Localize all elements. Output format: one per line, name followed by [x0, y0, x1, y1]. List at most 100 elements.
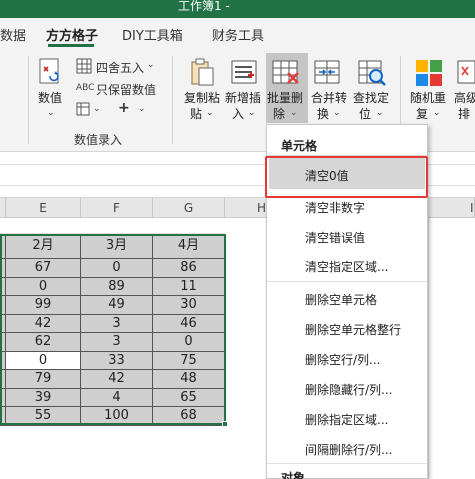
table-cell[interactable]: 89: [81, 277, 153, 296]
menu-divider: [267, 463, 427, 464]
menu-item-delete-range[interactable]: 删除指定区域...: [305, 411, 388, 428]
chevron-down-icon[interactable]: ⌄: [206, 108, 214, 118]
table-cell[interactable]: 0: [6, 277, 81, 296]
table-cell[interactable]: 86: [153, 259, 225, 278]
copy-paste-icon[interactable]: [190, 58, 216, 88]
table-cell[interactable]: 79: [6, 370, 81, 389]
table-cell[interactable]: 55: [6, 407, 81, 426]
menu-item-delete-empty-cell-rows[interactable]: 删除空单元格整行: [305, 321, 401, 338]
find-label-top[interactable]: 查找定: [353, 90, 389, 107]
tab-fangfang[interactable]: 方方格子: [46, 25, 98, 44]
tab-finance-tools[interactable]: 财务工具: [212, 25, 264, 44]
chevron-down-icon[interactable]: ⌄: [433, 108, 441, 118]
table-cell[interactable]: 68: [153, 407, 225, 426]
chevron-down-icon[interactable]: ⌄: [290, 108, 298, 118]
menu-item-clear-zero[interactable]: 清空0值: [305, 167, 349, 184]
column-header-g[interactable]: G: [153, 198, 225, 218]
table-cell[interactable]: 3: [81, 314, 153, 333]
gridline: [428, 218, 429, 479]
menu-item-interval-delete[interactable]: 间隔删除行/列...: [305, 441, 393, 458]
menu-item-clear-range[interactable]: 清空指定区域...: [305, 258, 388, 275]
batch-delete-icon[interactable]: [271, 58, 301, 88]
table-cell[interactable]: 4: [81, 388, 153, 407]
menu-item-clear-non-numeric[interactable]: 清空非数字: [305, 199, 365, 216]
header-cell-mar[interactable]: 3月: [81, 234, 153, 259]
table-cell[interactable]: 62: [6, 333, 81, 352]
table-cell[interactable]: 3: [81, 333, 153, 352]
table-cell[interactable]: 0: [153, 333, 225, 352]
chevron-down-icon[interactable]: ⌄: [138, 104, 146, 114]
tab-diy-toolbox[interactable]: DIY工具箱: [122, 25, 183, 44]
chevron-down-icon[interactable]: ⌄: [376, 108, 384, 118]
table-cell[interactable]: 65: [153, 388, 225, 407]
column-header-i[interactable]: I: [428, 198, 475, 218]
batch-delete-label-top[interactable]: 批量删: [267, 90, 303, 107]
advanced-label-bottom[interactable]: 排: [458, 106, 470, 123]
insert-label-top[interactable]: 新增插: [225, 90, 261, 107]
menu-divider: [267, 281, 427, 282]
merge-icon[interactable]: [313, 58, 343, 88]
window-title: 工作簿1 -: [178, 0, 230, 13]
merge-label-top[interactable]: 合并转: [311, 90, 347, 107]
merge-label-bottom[interactable]: 换: [317, 106, 329, 123]
table-cell[interactable]: 67: [6, 259, 81, 278]
copy-paste-label-bottom[interactable]: 贴: [190, 106, 202, 123]
tab-data[interactable]: 数据: [0, 25, 26, 44]
menu-item-delete-hidden-rows-cols[interactable]: 删除隐藏行/列...: [305, 381, 393, 398]
table-row[interactable]: [0, 218, 226, 234]
random-label-bottom[interactable]: 复: [416, 106, 428, 123]
chevron-down-icon[interactable]: ⌄: [333, 108, 341, 118]
abc-icon: ABC: [76, 83, 95, 93]
round-icon[interactable]: [76, 58, 92, 74]
number-button-label[interactable]: 数值: [38, 90, 62, 107]
title-bar: 工作簿1 -: [0, 0, 475, 18]
fill-handle[interactable]: [222, 421, 228, 427]
header-cell-feb[interactable]: 2月: [6, 234, 81, 259]
table-cell[interactable]: 0: [6, 351, 81, 370]
table-cell[interactable]: 39: [6, 388, 81, 407]
chevron-down-icon[interactable]: ⌄: [147, 60, 155, 70]
group-separator: [28, 56, 29, 144]
round-button[interactable]: 四舍五入: [96, 59, 144, 76]
random-label-top[interactable]: 随机重: [410, 90, 446, 107]
column-header-e[interactable]: E: [6, 198, 81, 218]
grid-icon[interactable]: [76, 102, 90, 116]
header-cell-apr[interactable]: 4月: [153, 234, 225, 259]
group-label-number-entry: 数值录入: [74, 133, 123, 147]
table-cell[interactable]: 46: [153, 314, 225, 333]
sort-icon[interactable]: [456, 58, 475, 88]
plus-button[interactable]: +: [118, 100, 130, 116]
menu-item-delete-empty-rows-cols[interactable]: 删除空行/列...: [305, 351, 381, 368]
table-cell[interactable]: 100: [81, 407, 153, 426]
table-cell[interactable]: 75: [153, 351, 225, 370]
menu-item-clear-errors[interactable]: 清空错误值: [305, 229, 365, 246]
batch-delete-label-bottom[interactable]: 除: [273, 106, 285, 123]
random-icon[interactable]: [414, 58, 444, 88]
table-cell[interactable]: 42: [6, 314, 81, 333]
chevron-down-icon[interactable]: ⌄: [93, 104, 101, 114]
find-icon[interactable]: [357, 58, 387, 88]
group-separator: [172, 56, 173, 144]
table-cell[interactable]: 49: [81, 296, 153, 315]
find-label-bottom[interactable]: 位: [359, 106, 371, 123]
insert-label-bottom[interactable]: 入: [232, 106, 244, 123]
keep-numbers-button[interactable]: 只保留数值: [96, 81, 156, 98]
copy-paste-label-top[interactable]: 复制粘: [184, 90, 220, 107]
table-cell[interactable]: 33: [81, 351, 153, 370]
table-cell[interactable]: 42: [81, 370, 153, 389]
chevron-down-icon[interactable]: ⌄: [47, 108, 55, 118]
batch-delete-menu: 单元格 清空0值 清空非数字 清空错误值 清空指定区域... 删除空单元格 删除…: [266, 124, 428, 479]
column-header-f[interactable]: F: [81, 198, 153, 218]
number-format-icon[interactable]: [38, 58, 64, 86]
table-cell[interactable]: 30: [153, 296, 225, 315]
table-cell[interactable]: 99: [6, 296, 81, 315]
table-cell[interactable]: 11: [153, 277, 225, 296]
chevron-down-icon[interactable]: ⌄: [248, 108, 256, 118]
table-cell[interactable]: 0: [81, 259, 153, 278]
advanced-label-top[interactable]: 高级: [454, 90, 475, 107]
table-cell[interactable]: 48: [153, 370, 225, 389]
menu-section-objects: 对象: [281, 471, 306, 479]
menu-item-delete-empty-cells[interactable]: 删除空单元格: [305, 291, 377, 308]
menu-section-cells: 单元格: [281, 139, 318, 153]
insert-icon[interactable]: [230, 58, 260, 88]
